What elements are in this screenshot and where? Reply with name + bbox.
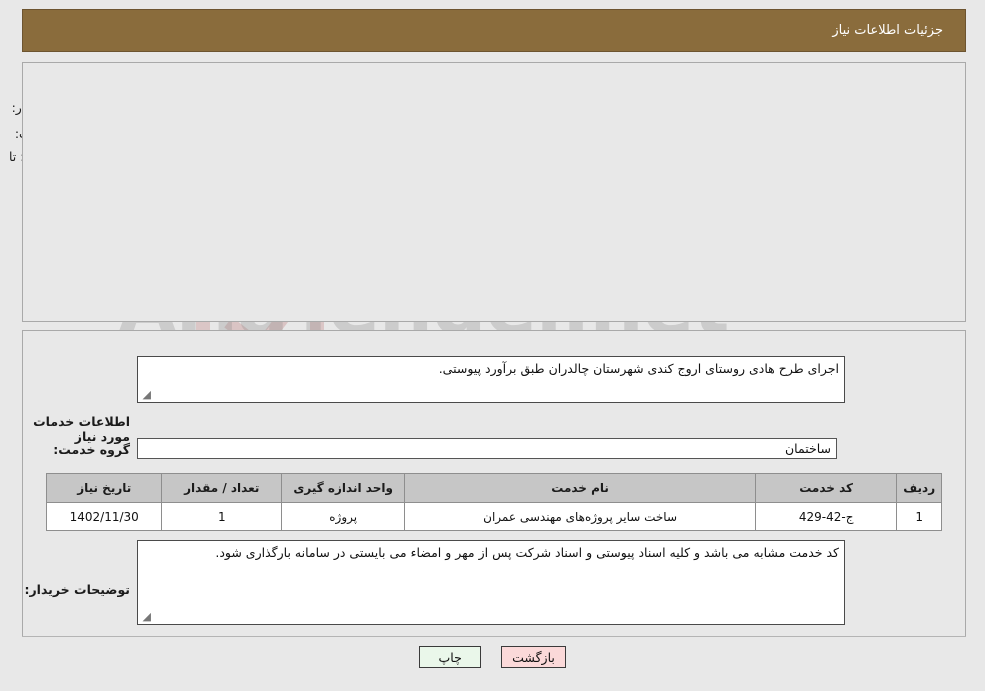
th-unit: واحد اندازه گیری <box>281 473 406 503</box>
service-group-label: گروه خدمت: <box>53 442 130 457</box>
footer-divider <box>22 636 966 637</box>
resize-grip-icon[interactable]: ◢ <box>141 389 151 400</box>
th-service-code: کد خدمت <box>754 473 898 503</box>
th-service-name: نام خدمت <box>404 473 756 503</box>
services-table: ردیف کد خدمت نام خدمت واحد اندازه گیری ت… <box>45 473 942 531</box>
general-description-text: اجرای طرح هادی روستای اروج کندی شهرستان … <box>438 361 839 376</box>
buyer-notes-textarea[interactable]: کد خدمت مشابه می باشد و کلیه اسناد پیوست… <box>137 540 845 625</box>
cell-unit: پروژه <box>281 502 406 531</box>
resize-grip-icon-notes[interactable]: ◢ <box>141 611 151 622</box>
footer-button-bar: بازگشت چاپ <box>0 646 985 668</box>
cell-row-no: 1 <box>896 502 942 531</box>
cell-need-date: 1402/11/30 <box>45 502 163 531</box>
table-header-row: ردیف کد خدمت نام خدمت واحد اندازه گیری ت… <box>45 473 942 503</box>
need-info-panel <box>22 62 966 322</box>
services-section-heading: اطلاعات خدمات مورد نیاز <box>33 414 130 444</box>
back-button[interactable]: بازگشت <box>501 646 566 668</box>
service-group-field: ساختمان <box>137 438 837 459</box>
buyer-notes-text: کد خدمت مشابه می باشد و کلیه اسناد پیوست… <box>215 545 839 560</box>
general-description-textarea[interactable]: اجرای طرح هادی روستای اروج کندی شهرستان … <box>137 356 845 403</box>
buyer-notes-label: توضیحات خریدار: <box>24 582 130 597</box>
th-need-date: تاریخ نیاز <box>45 473 163 503</box>
page-title: جزئیات اطلاعات نیاز <box>832 23 943 38</box>
print-button[interactable]: چاپ <box>419 646 482 668</box>
th-quantity: تعداد / مقدار <box>161 473 283 503</box>
cell-quantity: 1 <box>161 502 283 531</box>
th-row-no: ردیف <box>896 473 942 503</box>
table-row: 1 ج-42-429 ساخت سایر پروژه‌های مهندسی عم… <box>45 502 942 531</box>
cell-service-code: ج-42-429 <box>754 502 898 531</box>
cell-service-name: ساخت سایر پروژه‌های مهندسی عمران <box>404 502 756 531</box>
page-title-bar: جزئیات اطلاعات نیاز <box>22 9 966 52</box>
